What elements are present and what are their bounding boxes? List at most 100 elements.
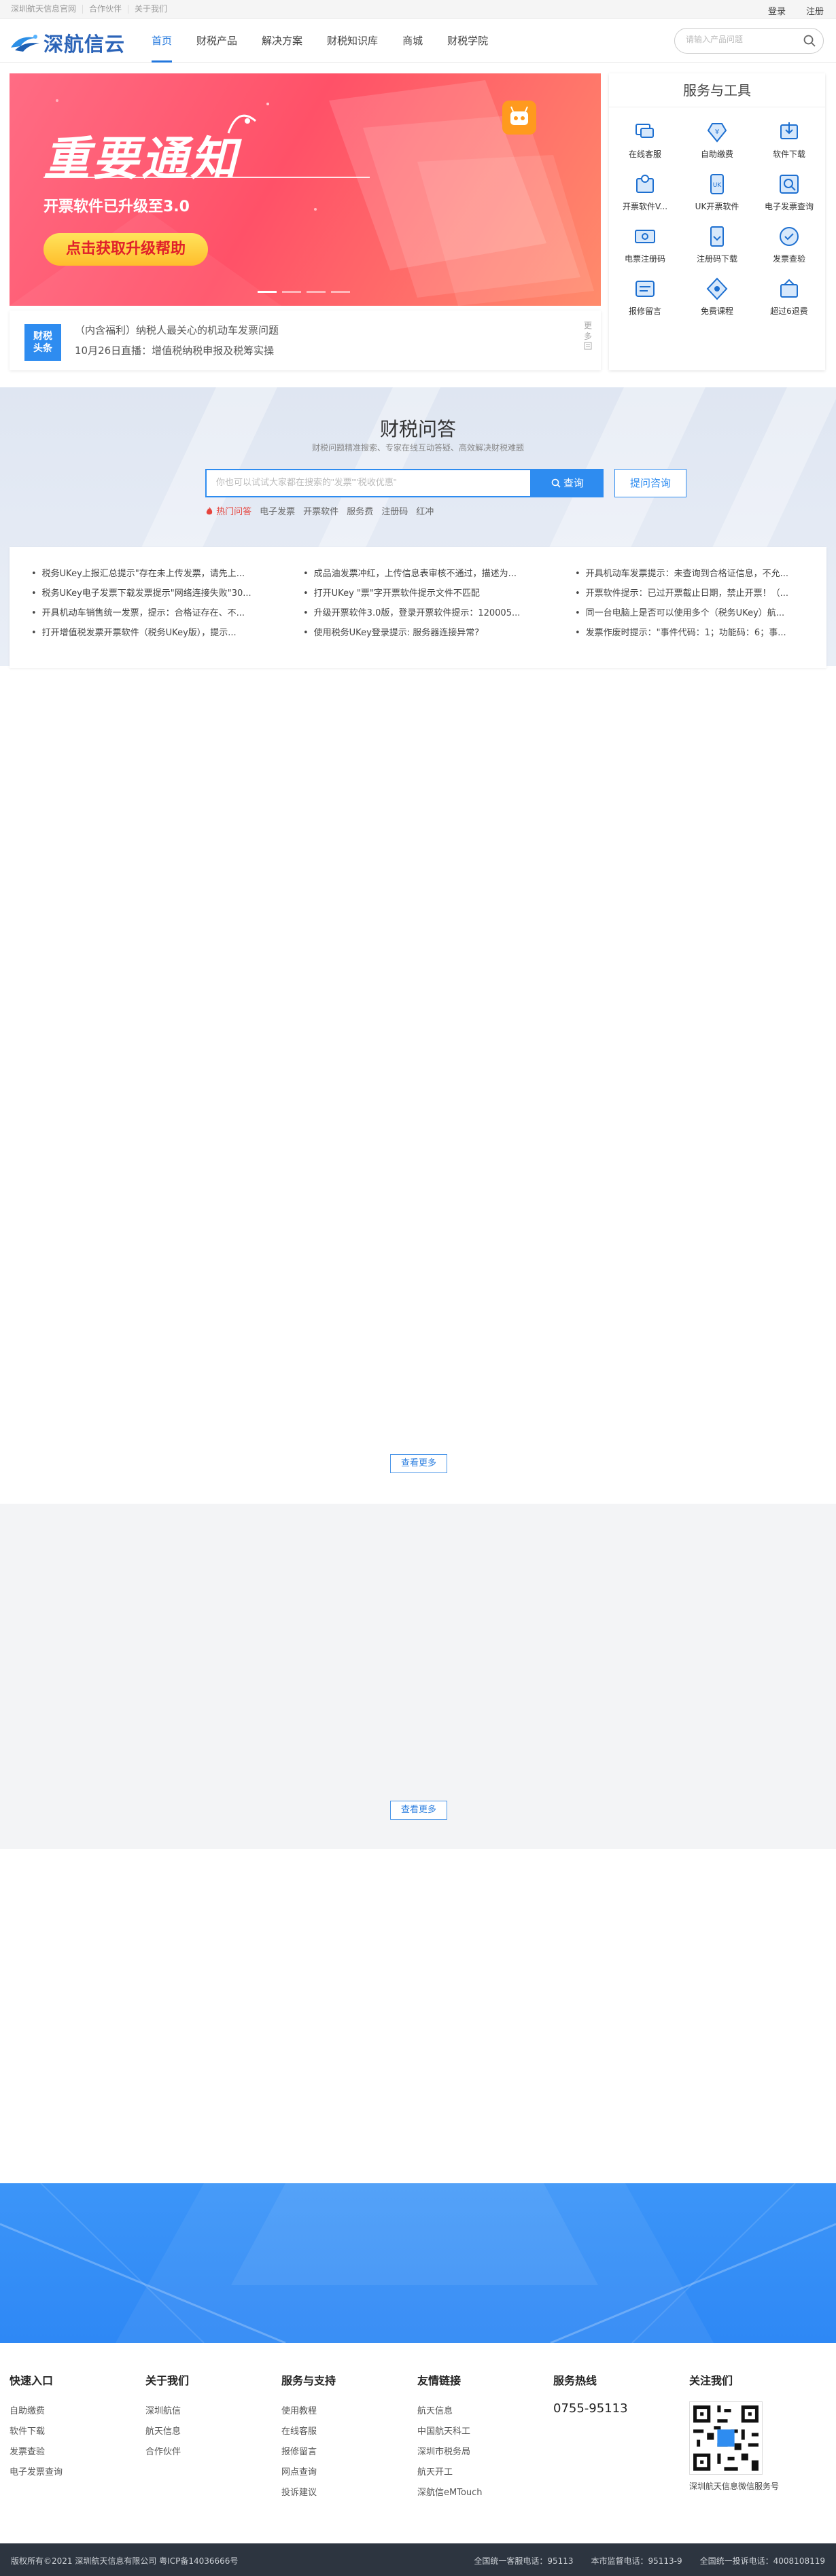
site-logo[interactable]: 深航信云 <box>10 29 125 57</box>
qa-question-list: 税务UKey上报汇总提示"存在未上传发票，请先上... 税务UKey电子发票下载… <box>10 547 826 668</box>
hot-tag[interactable]: 服务费 <box>347 504 373 517</box>
footer-link[interactable]: 深圳市税务局 <box>417 2442 483 2463</box>
headline-badge-line: 财税 <box>33 331 52 342</box>
qa-question[interactable]: 升级开票软件3.0版，登录开票软件提示：120005... <box>303 603 527 623</box>
footer-link[interactable]: 网点查询 <box>281 2463 336 2483</box>
login-link[interactable]: 登录 <box>768 4 786 17</box>
header-search-input[interactable] <box>686 35 801 44</box>
chat-icon <box>635 124 654 138</box>
top-link-partners[interactable]: 合作伙伴 <box>83 5 129 14</box>
nav-item-knowledge[interactable]: 财税知识库 <box>315 19 390 63</box>
qa-query-button[interactable]: 查询 <box>532 469 604 497</box>
tool-label: 在线客服 <box>628 149 661 159</box>
tool-einvoice-code[interactable]: 电票注册码 <box>609 224 681 277</box>
qa-question[interactable]: 开具机动车销售统一发票，提示：合格证存在、不... <box>31 603 256 623</box>
qa-question[interactable]: 打开UKey "票"字开票软件提示文件不匹配 <box>303 584 527 603</box>
hot-tag[interactable]: 电子发票 <box>260 504 295 517</box>
headline-more-link[interactable]: 更多 <box>582 320 594 353</box>
qa-question[interactable]: 开具机动车发票提示：未查询到合格证信息，不允... <box>575 564 799 584</box>
nav-item-products[interactable]: 财税产品 <box>184 19 249 63</box>
footer-col-hotline: 服务热线 0755-95113 <box>553 2371 628 2416</box>
invoice-verify-icon <box>780 227 799 246</box>
hero-banner[interactable]: 重要通知 开票软件已升级至3.0 点击获取升级帮助 <box>10 73 601 306</box>
footer-link[interactable]: 航天信息 <box>417 2401 483 2422</box>
qa-question[interactable]: 同一台电脑上是否可以使用多个（税务UKey）航... <box>575 603 799 623</box>
repair-message-icon <box>635 281 655 297</box>
footer-link[interactable]: 在线客服 <box>281 2422 336 2442</box>
tool-invoice-verify[interactable]: 发票查验 <box>753 224 825 277</box>
tool-einvoice-query[interactable]: 电子发票查询 <box>753 172 825 224</box>
banner-cta-button[interactable]: 点击获取升级帮助 <box>43 233 208 266</box>
nav-item-academy[interactable]: 财税学院 <box>435 19 500 63</box>
tool-repair-message[interactable]: 报修留言 <box>609 277 681 329</box>
footer-link[interactable]: 使用教程 <box>281 2401 336 2422</box>
tool-label: 注册码下载 <box>696 254 737 264</box>
nav-item-home[interactable]: 首页 <box>139 19 184 63</box>
footer-col-title: 关注我们 <box>689 2374 733 2387</box>
nav-item-solutions[interactable]: 解决方案 <box>249 19 315 63</box>
headline-item[interactable]: 10月26日直播：增值税纳税申报及税筹实操 <box>75 340 279 361</box>
tool-refund[interactable]: 超过6退费 <box>753 277 825 329</box>
banner-dot[interactable] <box>258 291 277 293</box>
nav-item-mall[interactable]: 商城 <box>390 19 435 63</box>
services-tools-panel: 服务与工具 在线客服 ¥ 自助缴费 软件下载 开票软件V... UK UK开票软… <box>609 73 825 370</box>
tool-self-payment[interactable]: ¥ 自助缴费 <box>681 120 753 172</box>
tool-label: 发票查验 <box>772 254 805 264</box>
qa-question[interactable]: 成品油发票冲红，上传信息表审核不通过，描述为... <box>303 564 527 584</box>
qa-query-label: 查询 <box>563 477 584 489</box>
qa-ask-button[interactable]: 提问咨询 <box>614 469 686 497</box>
footer-link[interactable]: 中国航天科工 <box>417 2422 483 2442</box>
footer-link[interactable]: 软件下载 <box>10 2422 63 2442</box>
register-link[interactable]: 注册 <box>806 4 824 17</box>
qa-question[interactable]: 税务UKey电子发票下载发票提示"网络连接失败"30... <box>31 584 256 603</box>
banner-subtitle: 开票软件已升级至3.0 <box>43 198 190 215</box>
footer-col-about: 关于我们 深圳航信 航天信息 合作伙伴 <box>145 2371 189 2463</box>
hot-tag[interactable]: 注册码 <box>381 504 408 517</box>
top-link-about[interactable]: 关于我们 <box>128 5 173 14</box>
tool-uk-software[interactable]: UK UK开票软件 <box>681 172 753 224</box>
qa-question[interactable]: 发票作废时提示："事件代码：1；功能码：6；事... <box>575 623 799 643</box>
footer-col-title: 服务热线 <box>553 2374 597 2387</box>
search-icon[interactable] <box>803 34 816 48</box>
footer-link[interactable]: 合作伙伴 <box>145 2442 189 2463</box>
top-link-official-site[interactable]: 深圳航天信息官网 <box>11 5 84 14</box>
footer-link[interactable]: 深航信eMTouch <box>417 2483 483 2503</box>
wechat-qr-code <box>689 2401 763 2475</box>
footer-link[interactable]: 电子发票查询 <box>10 2463 63 2483</box>
footer-link[interactable]: 投诉建议 <box>281 2483 336 2503</box>
finance-headlines: 财税 头条 （内含福利）纳税人最关心的机动车发票问题 10月26日直播：增值税纳… <box>10 311 601 370</box>
banner-dot[interactable] <box>331 291 350 293</box>
tool-online-service[interactable]: 在线客服 <box>609 120 681 172</box>
qa-hot-tags: 热门问答 电子发票 开票软件 服务费 注册码 红冲 <box>205 504 434 517</box>
footer-link[interactable]: 报修留言 <box>281 2442 336 2463</box>
qa-question[interactable]: 开票软件提示：已过开票截止日期，禁止开票！（... <box>575 584 799 603</box>
tool-free-course[interactable]: 免费课程 <box>681 277 753 329</box>
tool-software-download[interactable]: 软件下载 <box>753 120 825 172</box>
tool-code-download[interactable]: 注册码下载 <box>681 224 753 277</box>
qa-question[interactable]: 税务UKey上报汇总提示"存在未上传发票，请先上... <box>31 564 256 584</box>
hot-tag[interactable]: 开票软件 <box>303 504 338 517</box>
hot-tag[interactable]: 红冲 <box>416 504 434 517</box>
tool-label: 电票注册码 <box>624 254 665 264</box>
footer-link[interactable]: 深圳航信 <box>145 2401 189 2422</box>
footer-link[interactable]: 发票查验 <box>10 2442 63 2463</box>
qa-question[interactable]: 打开增值税发票开票软件（税务UKey版），提示... <box>31 623 256 643</box>
qa-more-button[interactable]: 查看更多 <box>390 1454 447 1473</box>
footer-col-support: 服务与支持 使用教程 在线客服 报修留言 网点查询 投诉建议 <box>281 2371 336 2503</box>
einvoice-search-icon <box>780 175 799 194</box>
footer-link[interactable]: 航天开工 <box>417 2463 483 2483</box>
download-icon <box>780 122 798 139</box>
footer-link[interactable]: 自助缴费 <box>10 2401 63 2422</box>
qa-question[interactable]: 使用税务UKey登录提示: 服务器连接异常? <box>303 623 527 643</box>
tool-invoice-software[interactable]: 开票软件V... <box>609 172 681 224</box>
section-more-button[interactable]: 查看更多 <box>390 1801 447 1820</box>
service-phone: 全国统一客服电话：95113 <box>474 2556 574 2566</box>
banner-dot[interactable] <box>307 291 326 293</box>
banner-dot[interactable] <box>282 291 301 293</box>
headline-item[interactable]: （内含福利）纳税人最关心的机动车发票问题 <box>75 320 279 340</box>
qa-search-input[interactable] <box>216 477 515 487</box>
qr-caption: 深圳航天信息微信服务号 <box>689 2482 780 2491</box>
footer-link[interactable]: 航天信息 <box>145 2422 189 2442</box>
svg-text:UK: UK <box>713 182 722 189</box>
footer-col-follow: 关注我们 深圳航天信息微信服务号 <box>689 2371 779 2492</box>
